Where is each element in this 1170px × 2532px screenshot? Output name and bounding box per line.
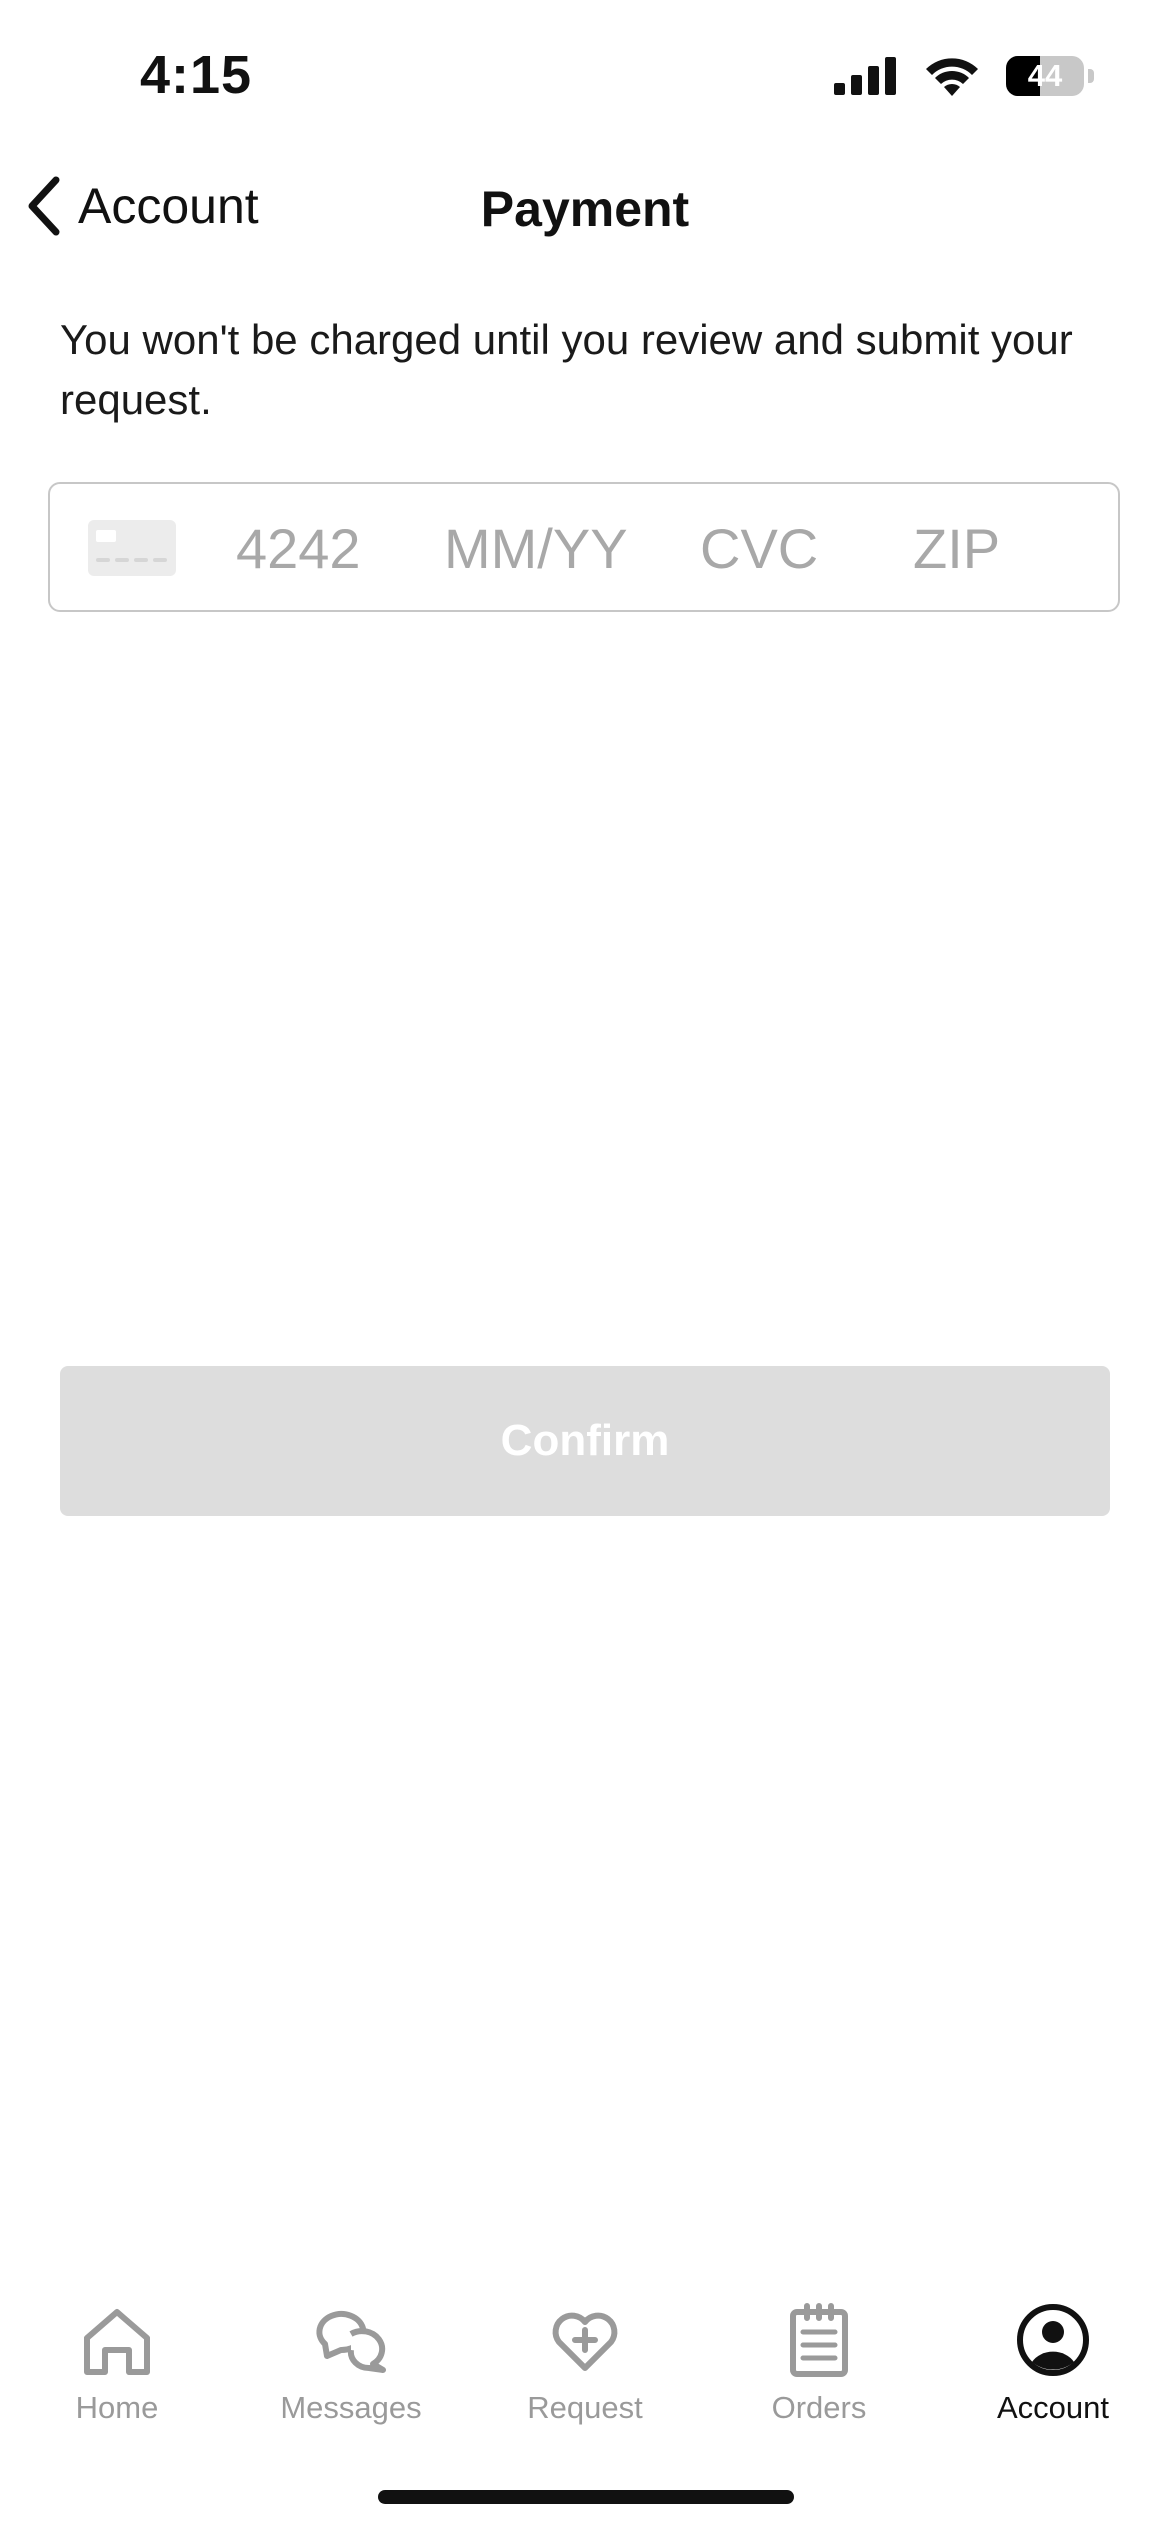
tab-messages-label: Messages	[280, 2390, 422, 2425]
page-title: Payment	[480, 181, 690, 237]
card-zip-input[interactable]	[913, 514, 1073, 582]
card-number-input[interactable]	[236, 514, 416, 582]
status-bar: 4:15 44	[0, 0, 1170, 150]
account-icon	[1017, 2304, 1089, 2376]
tab-orders-label: Orders	[771, 2390, 867, 2425]
payment-screen: 4:15 44 Account Payment You won't be cha…	[0, 0, 1170, 2532]
credit-card-icon	[88, 520, 176, 576]
tab-request[interactable]: Request	[468, 2290, 702, 2450]
battery-icon: 44	[1006, 56, 1084, 96]
tab-home-label: Home	[75, 2390, 159, 2425]
navigation-bar: Account Payment	[0, 160, 1170, 260]
card-expiry-input[interactable]	[444, 514, 654, 582]
battery-cap	[1088, 69, 1094, 83]
charge-notice: You won't be charged until you review an…	[60, 316, 1073, 423]
tab-bar: Home Messages Request Orders Account	[0, 2290, 1170, 2450]
clipboard-icon	[790, 2303, 848, 2377]
card-input-field[interactable]	[48, 482, 1120, 612]
tab-account-label: Account	[996, 2390, 1109, 2425]
home-icon	[84, 2309, 150, 2375]
heart-plus-icon	[552, 2312, 618, 2371]
home-indicator[interactable]	[378, 2490, 794, 2504]
tab-orders[interactable]: Orders	[702, 2290, 936, 2450]
tab-home[interactable]: Home	[0, 2290, 234, 2450]
wifi-icon	[926, 58, 978, 96]
cellular-signal-icon	[834, 57, 896, 95]
tab-account[interactable]: Account	[936, 2290, 1170, 2450]
tab-request-label: Request	[527, 2390, 643, 2425]
tab-messages[interactable]: Messages	[234, 2290, 468, 2450]
status-time: 4:15	[140, 45, 253, 105]
status-icons: 44	[834, 56, 1094, 96]
messages-icon	[316, 2311, 386, 2373]
confirm-button[interactable]: Confirm	[60, 1366, 1110, 1516]
battery-level-text: 44	[1027, 58, 1063, 93]
card-cvc-input[interactable]	[700, 514, 860, 582]
